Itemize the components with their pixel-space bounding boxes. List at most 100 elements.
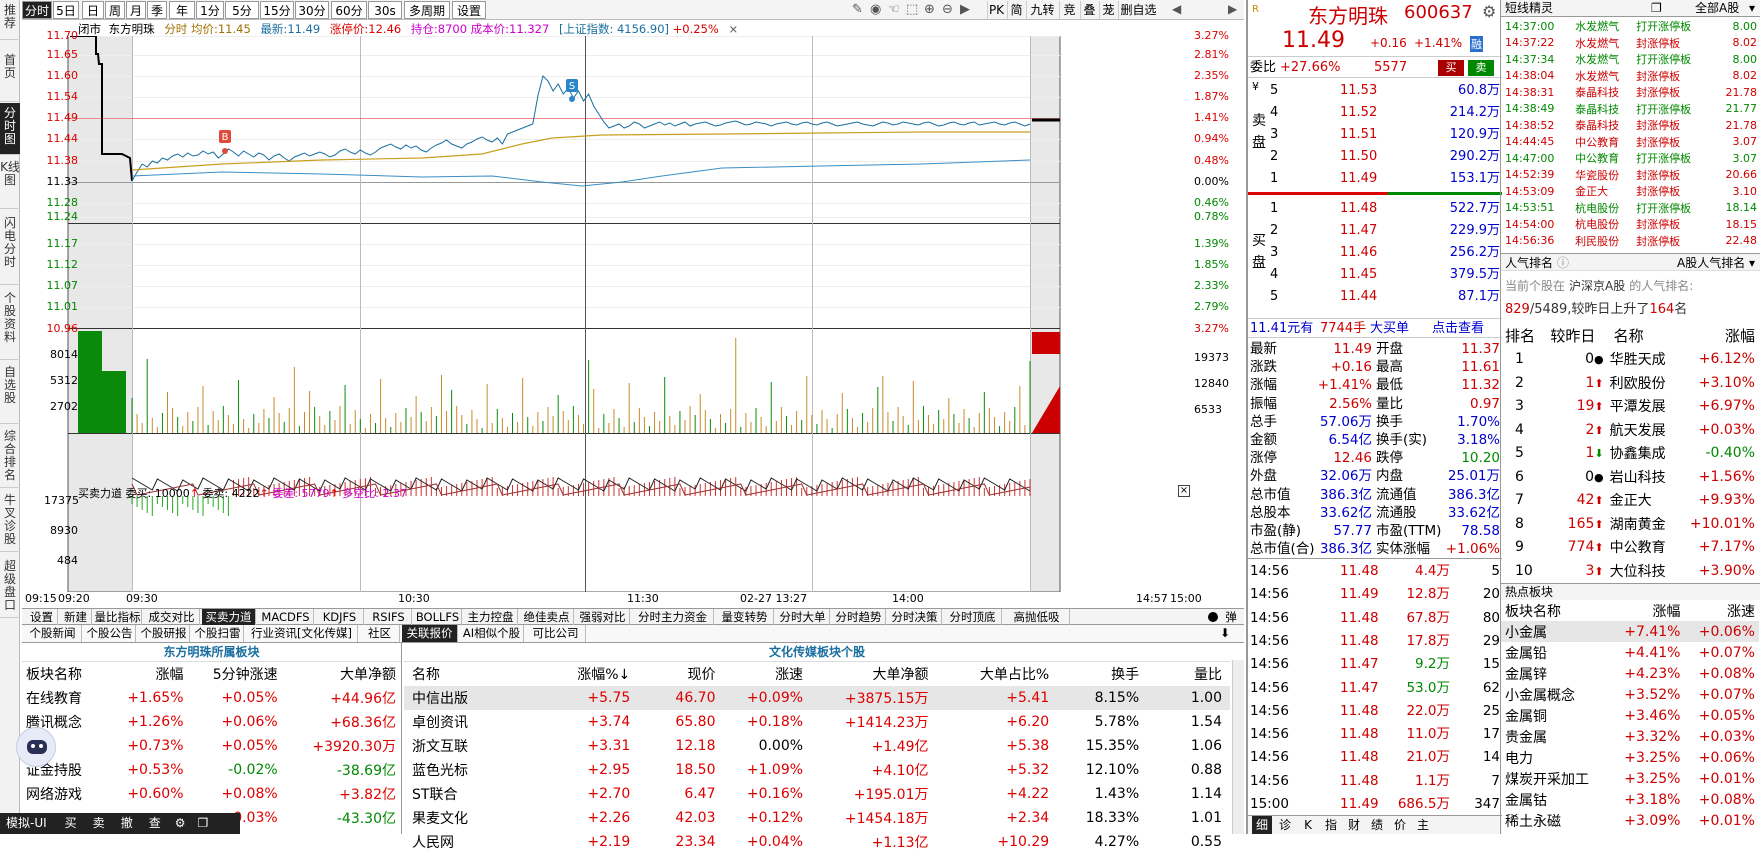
popularity-tab[interactable]: A股人气排名 [1677,254,1745,272]
quote-tab[interactable]: 主 [1413,816,1433,834]
period-button[interactable]: 周 [105,1,125,19]
filter-select[interactable]: 全部A股 [1695,0,1739,17]
table-row[interactable]: 果麦文化 +2.26 42.03 +0.12% +1454.18万 +2.34 18.33%… [404,806,1230,830]
next-icon[interactable]: ▶ [1228,2,1237,16]
info-icon[interactable]: ⓘ [1557,254,1569,272]
toolbar-right-button[interactable]: 叠 [1080,1,1098,19]
indicator-tab[interactable]: BOLLFS [414,609,462,625]
table-row[interactable]: 煤炭开采加工 +3.25% +0.01% [1501,768,1759,789]
indicator-tab[interactable]: 高抛低吸 [1004,609,1070,625]
close-icon[interactable]: × [729,22,739,36]
table-row[interactable]: 在线教育 +1.65% +0.05% +44.96亿 [22,686,400,710]
period-button[interactable]: 5分 [225,1,259,19]
chevron-down-icon[interactable]: ▾ [1749,254,1755,272]
table-row[interactable]: 贵金属 +3.32% +0.03% [1501,726,1759,747]
quote-tab[interactable]: 指 [1321,816,1341,834]
quote-tab[interactable]: 绩 [1367,816,1387,834]
close-icon[interactable]: × [1178,485,1190,497]
period-button[interactable]: 30s [368,1,402,19]
bid-row[interactable]: 1 11.48 522.7万 [1248,198,1502,220]
toggle-icon[interactable] [1208,612,1218,622]
download-icon[interactable]: ⬇ [1220,626,1230,640]
period-button[interactable]: 1分 [196,1,224,19]
info-tab[interactable]: 社区 [360,625,400,642]
draw-icon[interactable]: ✎ [852,2,863,17]
indicator-tab[interactable]: 主力控盘 [464,609,518,625]
info-tab[interactable]: 个股扫雷 [192,625,244,642]
toolbar-right-button[interactable]: PK [987,1,1005,19]
table-row[interactable]: 1 0● 华胜天成 +6.12% [1501,348,1759,372]
indicator-tab[interactable]: 量变转势 [716,609,774,625]
table-row[interactable]: 10 3⬆ 大位科技 +3.90% [1501,559,1759,583]
indicator-tab[interactable]: 量比指标 [94,609,142,625]
period-button[interactable]: 60分 [331,1,367,19]
nav-item[interactable]: 自选股 [0,362,20,424]
table-row[interactable]: 卓创资讯 +3.74 65.80 +0.18% +1414.23万 +6.20 5.78% 1… [404,710,1230,734]
trade-button[interactable]: 买 [65,816,77,830]
sell-button[interactable]: 卖 [1468,60,1494,76]
list-item[interactable]: 14:44:45 中公教育 封涨停板 3.07 [1501,134,1759,151]
ask-row[interactable]: 1 11.49 153.1万 [1248,168,1502,190]
toolbar-right-button[interactable]: 九转 [1026,1,1058,19]
table-row[interactable]: 4 2⬆ 航天发展 +0.03% [1501,418,1759,442]
indicator-tab[interactable]: 成交对比 [144,609,200,625]
table-row[interactable]: 2 1⬆ 利欧股份 +3.10% [1501,371,1759,395]
sim-account[interactable]: 模拟-UI [6,816,47,830]
indicator-tab[interactable]: 分时大单 [776,609,830,625]
quote-tab[interactable]: 财 [1344,816,1364,834]
table-row[interactable]: 电力 +3.25% +0.06% [1501,747,1759,768]
table-row[interactable]: 稀土永磁 +3.09% +0.01% [1501,810,1759,831]
bid-row[interactable]: 5 11.44 87.1万 [1248,286,1502,308]
nav-item[interactable]: 首页 [0,50,20,102]
table-row[interactable]: 中信出版 +5.75 46.70 +0.09% +3875.15万 +5.41 8.15% 1… [404,686,1230,710]
scrollbar[interactable] [1232,660,1244,834]
table-row[interactable]: 竞技+0.73%+0.05%+3920.30万 [22,734,400,758]
period-button[interactable]: 分时 [22,1,52,19]
list-item[interactable]: 14:37:22 水发燃气 封涨停板 8.02 [1501,35,1759,52]
prev-icon[interactable]: ◀ [1172,2,1181,16]
table-row[interactable]: 5 1⬇ 协鑫集成 -0.40% [1501,442,1759,466]
nav-item[interactable]: 个股资料 [0,288,20,360]
list-item[interactable]: 14:47:00 中公教育 打开涨停板 3.07 [1501,150,1759,167]
buy-button[interactable]: 买 [1438,60,1464,76]
toolbar-right-button[interactable]: 茏 [1099,1,1117,19]
ask-row[interactable]: 5 11.53 60.8万 [1248,80,1502,102]
table-row[interactable]: 网络游戏 +0.60% +0.08% +3.82亿 [22,782,400,806]
indicator-tab[interactable]: 买卖力道 [202,609,256,625]
indicator-tab[interactable]: 分时趋势 [832,609,886,625]
indicator-tab[interactable]: RSIFS [366,609,412,625]
window-icon[interactable]: ❐ [197,816,208,830]
bid-row[interactable]: 2 11.47 229.9万 [1248,220,1502,242]
list-item[interactable]: 14:52:39 华瓷股份 封涨停板 20.66 [1501,167,1759,184]
trade-button[interactable]: 查 [149,816,161,830]
table-row[interactable]: 小金属概念 +3.52% +0.07% [1501,684,1759,705]
list-item[interactable]: 14:53:51 杭电股份 打开涨停板 18.14 [1501,200,1759,217]
info-tab[interactable]: 个股公告 [84,625,136,642]
toolbar-right-button[interactable]: 删自选 [1118,1,1158,19]
nav-item[interactable]: 综合排名 [0,426,20,488]
trade-button[interactable]: 卖 [93,816,105,830]
period-button[interactable]: 季 [147,1,167,19]
assistant-bot-icon[interactable] [16,727,56,767]
table-row[interactable]: 金属锌 +4.23% +0.08% [1501,663,1759,684]
indicator-tab[interactable]: 强弱对比 [576,609,630,625]
period-button[interactable]: 年 [169,1,195,19]
indicator-tab[interactable]: 新建 [60,609,92,625]
table-row[interactable]: 金属铅 +4.41% +0.07% [1501,642,1759,663]
indicator-tab[interactable]: 弹 [1220,609,1242,625]
indicator-tab[interactable]: KDJFS [316,609,364,625]
nav-item[interactable]: K线图 [0,157,20,209]
indicator-tab[interactable]: 分时顶底 [944,609,1002,625]
info-tab[interactable]: 个股新闻 [24,625,82,642]
trade-button[interactable]: 撤 [121,816,133,830]
table-row[interactable]: 9 774⬆ 中公教育 +7.17% [1501,536,1759,560]
indicator-tab[interactable]: 分时主力资金 [632,609,714,625]
toolbar-right-button[interactable]: 简 [1007,1,1025,19]
list-item[interactable]: 14:38:04 水发燃气 封涨停板 8.02 [1501,68,1759,85]
ask-row[interactable]: 2 11.50 290.2万 [1248,146,1502,168]
nav-item[interactable]: 牛叉诊股 [0,490,20,552]
list-item[interactable]: 14:38:31 泰晶科技 封涨停板 21.78 [1501,84,1759,101]
info-tab[interactable]: 行业资讯[文化传媒] [246,625,358,642]
add-icon[interactable]: ⊕ [924,2,935,17]
nav-item[interactable]: 超级盘口 [0,556,20,618]
